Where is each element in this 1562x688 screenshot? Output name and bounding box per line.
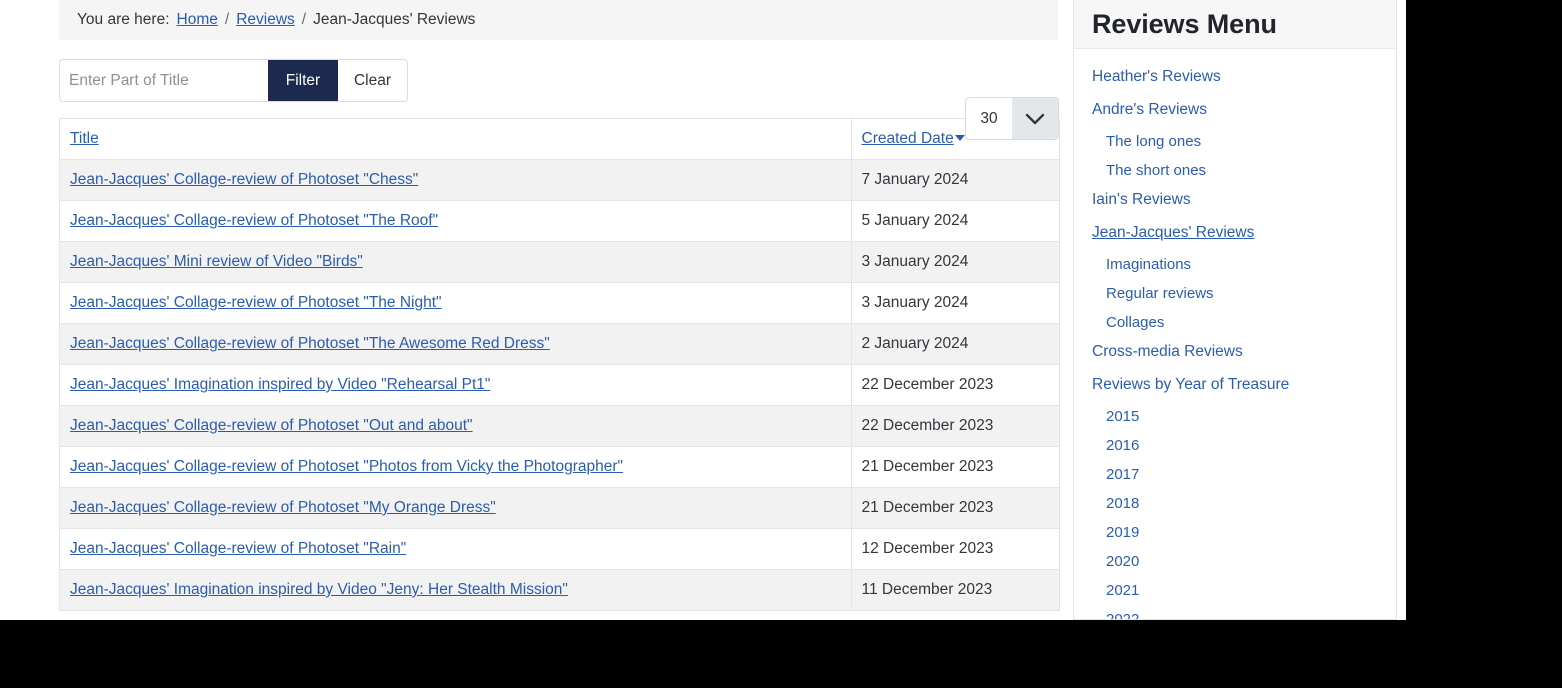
screen-frame-right [1406, 0, 1562, 688]
cell-created-date: 2 January 2024 [851, 323, 1060, 365]
screen-frame-bottom [0, 620, 1562, 688]
cell-title: Jean-Jacques' Collage-review of Photoset… [60, 446, 852, 488]
table-row: Jean-Jacques' Collage-review of Photoset… [60, 282, 1060, 324]
review-title-link[interactable]: Jean-Jacques' Collage-review of Photoset… [70, 540, 406, 557]
sidebar-item-cross-media-reviews[interactable]: Cross-media Reviews [1092, 344, 1396, 360]
sidebar-item-2016[interactable]: 2016 [1106, 438, 1396, 453]
breadcrumb-item-reviews[interactable]: Reviews [236, 11, 295, 29]
cell-title: Jean-Jacques' Collage-review of Photoset… [60, 282, 852, 324]
reviews-menu-sidebar: Reviews Menu Heather's Reviews Andre's Re… [1073, 0, 1397, 620]
filter-toolbar: Filter Clear 30 [59, 40, 1059, 140]
breadcrumb-item-home[interactable]: Home [177, 11, 218, 29]
cell-title: Jean-Jacques' Collage-review of Photoset… [60, 159, 852, 201]
sidebar-item-reviews-by-year-of-treasure[interactable]: Reviews by Year of Treasure [1092, 376, 1396, 393]
sidebar-item-2019[interactable]: 2019 [1106, 525, 1396, 540]
breadcrumb-label: You are here: [77, 11, 170, 28]
caret-down-icon [954, 135, 965, 141]
table-row: Jean-Jacques' Collage-review of Photoset… [60, 323, 1060, 365]
cell-title: Jean-Jacques' Imagination inspired by Vi… [60, 569, 852, 611]
review-title-link[interactable]: Jean-Jacques' Collage-review of Photoset… [70, 171, 418, 188]
review-title-link[interactable]: Jean-Jacques' Mini review of Video "Bird… [70, 253, 363, 270]
review-title-link[interactable]: Jean-Jacques' Collage-review of Photoset… [70, 294, 442, 311]
breadcrumb-separator: / [224, 11, 230, 28]
filter-input-group: Filter Clear [59, 59, 408, 102]
browser-viewport: You are here: Home / Reviews / Jean-Jacq… [0, 0, 1406, 620]
cell-created-date: 7 January 2024 [851, 159, 1060, 201]
cell-title: Jean-Jacques' Mini review of Video "Bird… [60, 241, 852, 283]
table-row: Jean-Jacques' Collage-review of Photoset… [60, 446, 1060, 488]
cell-title: Jean-Jacques' Collage-review of Photoset… [60, 200, 852, 242]
cell-title: Jean-Jacques' Collage-review of Photoset… [60, 323, 852, 365]
table-row: Jean-Jacques' Imagination inspired by Vi… [60, 364, 1060, 406]
cell-title: Jean-Jacques' Collage-review of Photoset… [60, 405, 852, 447]
cell-created-date: 22 December 2023 [851, 364, 1060, 406]
cell-created-date: 12 December 2023 [851, 528, 1060, 570]
table-row: Jean-Jacques' Collage-review of Photoset… [60, 405, 1060, 447]
table-row: Jean-Jacques' Collage-review of Photoset… [60, 159, 1060, 201]
table-row: Jean-Jacques' Collage-review of Photoset… [60, 200, 1060, 242]
review-title-link[interactable]: Jean-Jacques' Collage-review of Photoset… [70, 499, 496, 516]
sidebar-item-2015[interactable]: 2015 [1106, 409, 1396, 424]
cell-created-date: 22 December 2023 [851, 405, 1060, 447]
breadcrumb-separator: / [301, 11, 307, 28]
breadcrumb: You are here: Home / Reviews / Jean-Jacq… [59, 0, 1058, 40]
search-input[interactable] [60, 60, 268, 101]
sidebar-item-2018[interactable]: 2018 [1106, 496, 1396, 511]
cell-title: Jean-Jacques' Imagination inspired by Vi… [60, 364, 852, 406]
cell-created-date: 21 December 2023 [851, 446, 1060, 488]
sidebar-title: Reviews Menu [1092, 8, 1277, 39]
cell-title: Jean-Jacques' Collage-review of Photoset… [60, 528, 852, 570]
sidebar-item-andre-s-reviews[interactable]: Andre's Reviews [1092, 101, 1396, 118]
sidebar-item-2017[interactable]: 2017 [1106, 467, 1396, 482]
results-per-page-value: 30 [980, 109, 998, 127]
table-header-row: Title Created Date [60, 119, 1060, 160]
filter-button[interactable]: Filter [268, 60, 338, 101]
sidebar-item-collages[interactable]: Collages [1106, 315, 1396, 330]
cell-created-date: 11 December 2023 [851, 569, 1060, 611]
table-row: Jean-Jacques' Collage-review of Photoset… [60, 528, 1060, 570]
reviews-table-body: Jean-Jacques' Collage-review of Photoset… [60, 159, 1060, 611]
review-title-link[interactable]: Jean-Jacques' Collage-review of Photoset… [70, 335, 550, 352]
sidebar-item-the-long-ones[interactable]: The long ones [1106, 134, 1396, 149]
sidebar-item-imaginations[interactable]: Imaginations [1106, 257, 1396, 272]
reviews-table: Title Created Date Jean-Jacques' Collage… [60, 119, 1060, 611]
cell-created-date: 5 January 2024 [851, 200, 1060, 242]
table-row: Jean-Jacques' Collage-review of Photoset… [60, 487, 1060, 529]
review-title-link[interactable]: Jean-Jacques' Collage-review of Photoset… [70, 417, 473, 434]
review-title-link[interactable]: Jean-Jacques' Collage-review of Photoset… [70, 458, 623, 475]
sidebar-item-the-short-ones[interactable]: The short ones [1106, 163, 1396, 178]
sort-by-title-link[interactable]: Title [70, 130, 99, 147]
sidebar-item-heather-s-reviews[interactable]: Heather's Reviews [1092, 69, 1396, 85]
sidebar-item-2020[interactable]: 2020 [1106, 554, 1396, 569]
review-title-link[interactable]: Jean-Jacques' Imagination inspired by Vi… [70, 376, 490, 393]
reviews-table-container: Title Created Date Jean-Jacques' Collage… [59, 118, 1060, 611]
sidebar-item-iain-s-reviews[interactable]: Iain's Reviews [1092, 192, 1396, 208]
cell-created-date: 21 December 2023 [851, 487, 1060, 529]
cell-created-date: 3 January 2024 [851, 282, 1060, 324]
review-title-link[interactable]: Jean-Jacques' Imagination inspired by Vi… [70, 581, 568, 598]
main-content-column: You are here: Home / Reviews / Jean-Jacq… [59, 0, 1060, 620]
results-per-page-select[interactable]: 30 [965, 97, 1059, 140]
sidebar-menu-list: Heather's Reviews Andre's Reviews The long… [1074, 49, 1396, 619]
cell-title: Jean-Jacques' Collage-review of Photoset… [60, 487, 852, 529]
table-row: Jean-Jacques' Mini review of Video "Bird… [60, 241, 1060, 283]
column-header-title: Title [60, 119, 852, 160]
sidebar-header: Reviews Menu [1074, 0, 1396, 49]
table-row: Jean-Jacques' Imagination inspired by Vi… [60, 569, 1060, 611]
sort-by-created-date-link[interactable]: Created Date [862, 130, 954, 147]
breadcrumb-item-current: Jean-Jacques' Reviews [313, 11, 476, 28]
sidebar-item-jean-jacques-reviews[interactable]: Jean-Jacques' Reviews [1092, 224, 1396, 241]
clear-button[interactable]: Clear [338, 60, 407, 101]
chevron-down-icon [1012, 98, 1058, 139]
sidebar-item-2021[interactable]: 2021 [1106, 583, 1396, 598]
sidebar-item-2022[interactable]: 2022 [1106, 612, 1396, 619]
sidebar-item-regular-reviews[interactable]: Regular reviews [1106, 286, 1396, 301]
cell-created-date: 3 January 2024 [851, 241, 1060, 283]
review-title-link[interactable]: Jean-Jacques' Collage-review of Photoset… [70, 212, 438, 229]
